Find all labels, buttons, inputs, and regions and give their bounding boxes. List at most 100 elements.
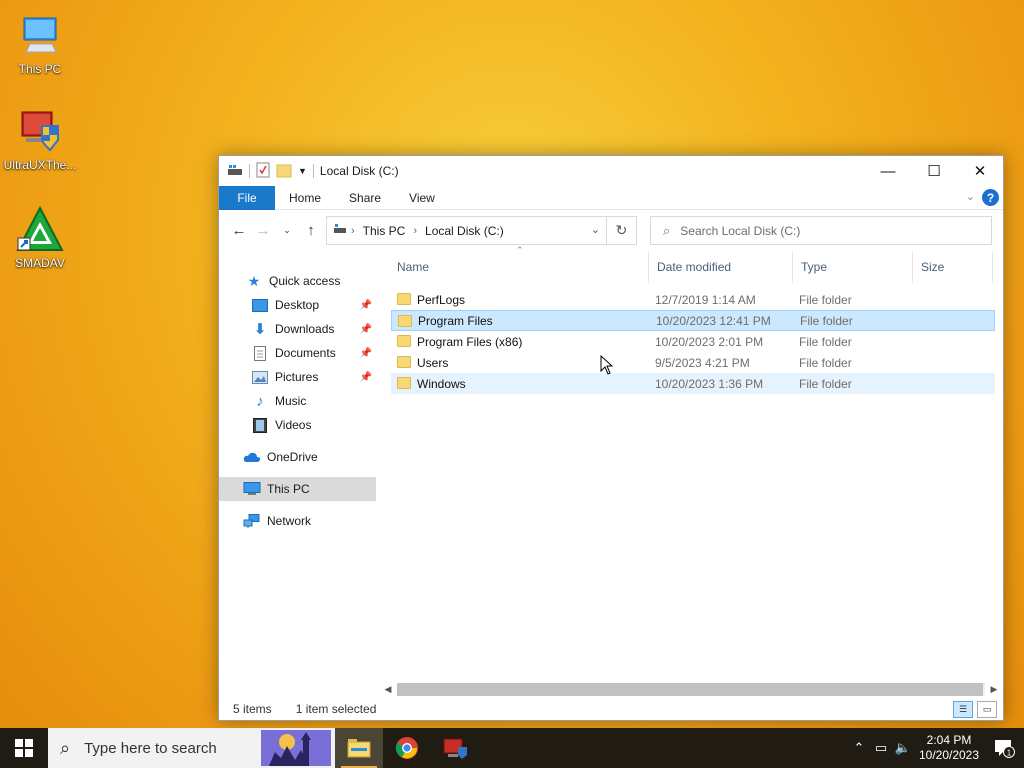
table-row[interactable]: Program Files 10/20/2023 12:41 PM File f… [391,310,995,331]
file-type: File folder [799,334,852,349]
start-button[interactable] [0,728,48,768]
file-date: 12/7/2019 1:14 AM [655,292,756,307]
pin-icon[interactable]: 📌 [360,300,372,311]
table-row[interactable]: Users 9/5/2023 4:21 PM File folder [391,352,995,373]
file-name: PerfLogs [417,292,466,307]
scroll-right-arrow-icon[interactable]: ▶ [985,684,1003,695]
file-type: File folder [800,313,853,328]
desktop-icon-smadav[interactable]: SMADAV [2,205,78,270]
mouse-cursor-icon [600,355,614,375]
breadcrumb-this-pc[interactable]: This PC [363,224,406,238]
pin-icon[interactable]: 📌 [360,372,372,383]
network-icon[interactable]: ▭ [870,740,892,756]
tab-share[interactable]: Share [335,191,395,205]
details-view-icon[interactable]: ☰ [953,701,973,718]
breadcrumb-local-disk[interactable]: Local Disk (C:) [425,224,504,238]
folder-icon [397,293,411,305]
taskbar-ultraux[interactable] [431,728,479,768]
table-row[interactable]: Windows 10/20/2023 1:36 PM File folder [391,373,995,394]
tab-file[interactable]: File [219,185,275,210]
taskbar-search-box[interactable]: ⌕ Type here to search [48,728,335,768]
nav-label: Music [275,394,307,408]
recent-locations-chevron-icon[interactable]: ⌄ [275,225,299,236]
volume-muted-icon[interactable]: 🔈 [892,740,914,756]
desktop-icon-ultrauxtheme[interactable]: UltraUXThe... [2,108,78,172]
minimize-button[interactable]: — [865,156,911,186]
expand-ribbon-chevron-icon[interactable]: ⌄ [966,190,975,203]
folder-icon [398,315,412,327]
table-row[interactable]: Program Files (x86) 10/20/2023 2:01 PM F… [391,331,995,352]
taskbar-chrome[interactable] [383,728,431,768]
maximize-button[interactable]: ☐ [911,156,957,186]
customize-toolbar-chevron-icon[interactable]: ▼ [298,166,307,176]
nav-network[interactable]: Network [219,509,376,533]
notification-count: 1 [1007,749,1012,758]
table-row[interactable]: PerfLogs 12/7/2019 1:14 AM File folder [391,289,995,310]
nav-item-documents[interactable]: Documents 📌 [219,341,376,365]
search-box[interactable]: ⌕ Search Local Disk (C:) [650,216,992,245]
nav-this-pc[interactable]: This PC [219,477,376,501]
nav-label: Desktop [275,298,320,312]
music-icon: ♪ [256,392,264,410]
title-bar[interactable]: ▼ Local Disk (C:) — ☐ ✕ [219,156,1003,186]
address-dropdown-chevron-icon[interactable]: ⌄ [591,223,600,236]
up-arrow-icon[interactable]: ↑ [299,222,323,239]
separator [312,164,314,178]
computer-icon [243,481,261,497]
breadcrumb-separator-icon[interactable]: › [413,225,417,237]
file-name: Users [417,355,449,370]
file-explorer-icon [347,739,371,758]
address-bar[interactable]: › This PC › Local Disk (C:) ⌄ ↻ [326,216,637,245]
clock-time: 2:04 PM [926,733,972,747]
nav-label: Quick access [269,274,341,288]
column-name[interactable]: Name [391,251,649,283]
clock[interactable]: 2:04 PM 10/20/2023 [914,733,984,763]
scroll-left-arrow-icon[interactable]: ◀ [379,684,397,695]
computer-icon [16,12,64,60]
column-size[interactable]: Size [915,251,993,283]
refresh-icon[interactable]: ↻ [606,217,636,244]
navigation-bar: ← → ⌄ ↑ › This PC › Local Disk (C:) ⌄ ↻ … [219,210,1003,250]
ultraux-icon [16,108,64,156]
scrollbar-track[interactable] [397,683,985,696]
new-folder-icon[interactable] [276,162,292,181]
cloud-icon [243,449,261,465]
desktop-icon-label: UltraUXThe... [3,158,77,172]
horizontal-scrollbar[interactable]: ◀ ▶ [379,681,1003,698]
taskbar-file-explorer[interactable] [335,728,383,768]
nav-item-desktop[interactable]: Desktop 📌 [219,293,376,317]
nav-onedrive[interactable]: OneDrive [219,445,376,469]
nav-item-pictures[interactable]: Pictures 📌 [219,365,376,389]
separator [249,164,250,178]
show-hidden-icons-chevron-icon[interactable]: ⌃ [848,740,870,756]
nav-label: Documents [275,346,336,360]
tab-view[interactable]: View [395,191,449,205]
tab-home[interactable]: Home [275,191,335,205]
file-date: 10/20/2023 2:01 PM [655,334,764,349]
help-icon[interactable]: ? [982,189,999,206]
column-type[interactable]: Type [795,251,913,283]
close-button[interactable]: ✕ [957,156,1003,186]
properties-icon[interactable] [256,162,270,181]
desktop-icon-this-pc[interactable]: This PC [2,12,78,76]
smadav-icon [16,205,64,254]
file-type: File folder [799,355,852,370]
notifications-button[interactable]: 1 [984,738,1024,758]
breadcrumb-separator-icon[interactable]: › [351,225,355,237]
star-icon: ★ [247,272,261,289]
forward-arrow-icon[interactable]: → [251,222,275,239]
nav-item-music[interactable]: ♪ Music [219,389,376,413]
nav-quick-access[interactable]: ★ Quick access [219,269,376,293]
selection-count: 1 item selected [295,702,377,716]
back-arrow-icon[interactable]: ← [227,222,251,239]
nav-label: Network [267,514,312,528]
pin-icon[interactable]: 📌 [360,324,372,335]
nav-item-videos[interactable]: Videos [219,413,376,437]
large-icons-view-icon[interactable]: ▭ [977,701,997,718]
scrollbar-thumb[interactable] [397,683,983,696]
status-bar: 5 items 1 item selected ☰ ▭ [219,698,1003,720]
drive-icon [227,163,243,180]
nav-item-downloads[interactable]: ⬇ Downloads 📌 [219,317,376,341]
pin-icon[interactable]: 📌 [360,348,372,359]
column-date-modified[interactable]: Date modified [651,251,793,283]
